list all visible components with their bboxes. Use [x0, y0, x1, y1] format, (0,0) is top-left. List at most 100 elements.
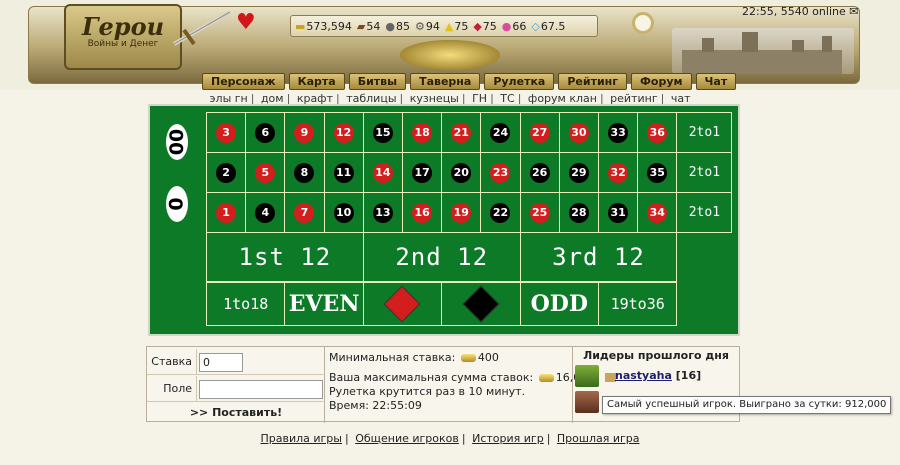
column-bet[interactable]: 2to1	[676, 192, 733, 233]
number-chip: 36	[647, 122, 668, 143]
stake-row: Ставка 0	[147, 349, 325, 375]
number-cell-24[interactable]: 24	[480, 112, 521, 153]
number-cell-1[interactable]: 1	[206, 192, 247, 233]
number-chip: 9	[294, 122, 315, 143]
number-chip: 3	[216, 122, 237, 143]
nav-chat[interactable]: Чат	[695, 73, 737, 90]
footer-link-history[interactable]: История игр	[472, 432, 544, 445]
outside-bet-even[interactable]: EVEN	[284, 282, 364, 326]
number-cell-21[interactable]: 21	[441, 112, 482, 153]
resource-mercury: ⚙ 94	[414, 19, 440, 33]
nav-tavern[interactable]: Таверна	[410, 73, 481, 90]
number-chip: 13	[372, 202, 393, 223]
outside-bet-1to18[interactable]: 1to18	[206, 282, 286, 326]
footer-link-chat[interactable]: Общение игроков	[355, 432, 459, 445]
column-bet[interactable]: 2to1	[676, 152, 733, 193]
leader-tooltip: Самый успешный игрок. Выиграно за сутки:…	[602, 396, 892, 414]
dozen-label: 2nd 12	[395, 243, 489, 271]
number-cell-13[interactable]: 13	[362, 192, 403, 233]
footer-link-last-game[interactable]: Прошлая игра	[557, 432, 640, 445]
spin-info: Рулетка крутится раз в 10 минут.	[329, 385, 526, 398]
leader-profile-link[interactable]: nastyaha	[615, 369, 672, 382]
number-cell-23[interactable]: 23	[480, 152, 521, 193]
number-cell-15[interactable]: 15	[362, 112, 403, 153]
number-cell-18[interactable]: 18	[402, 112, 443, 153]
number-cell-25[interactable]: 25	[519, 192, 560, 233]
number-cell-19[interactable]: 19	[441, 192, 482, 233]
leader-avatar[interactable]	[575, 391, 599, 413]
number-chip: 34	[647, 202, 668, 223]
nav-forum[interactable]: Форум	[631, 73, 692, 90]
health-heart-icon[interactable]: ♥	[236, 12, 256, 34]
number-chip: 6	[255, 122, 276, 143]
nav-character[interactable]: Персонаж	[202, 73, 285, 90]
number-cell-14[interactable]: 14	[362, 152, 403, 193]
nav-battles[interactable]: Битвы	[348, 73, 407, 90]
game-logo[interactable]: Герои Войны и Денег	[64, 4, 182, 70]
game-header: Герои Войны и Денег ♥ ▬ 573,594 ▰ 54 ● 8…	[0, 0, 900, 90]
place-bet-button[interactable]: >> Поставить!	[147, 403, 325, 422]
zero-00[interactable]: 00	[166, 124, 188, 160]
number-cell-26[interactable]: 26	[519, 152, 560, 193]
number-chip: 19	[451, 202, 472, 223]
resource-gold: ▬ 573,594	[295, 19, 352, 33]
gold-icon	[460, 354, 476, 362]
number-cell-5[interactable]: 5	[245, 152, 286, 193]
diamond-icon: ◇	[531, 19, 540, 33]
zero-0[interactable]: 0	[166, 186, 188, 222]
stake-input[interactable]: 0	[199, 353, 243, 372]
outside-bet-odd[interactable]: ODD	[519, 282, 599, 326]
nav-map[interactable]: Карта	[288, 73, 345, 90]
dozen-bet[interactable]: 2nd 12	[362, 232, 521, 282]
number-chip: 23	[490, 162, 511, 183]
number-cell-28[interactable]: 28	[558, 192, 599, 233]
number-cell-29[interactable]: 29	[558, 152, 599, 193]
number-cell-32[interactable]: 32	[598, 152, 639, 193]
column-bet-label: 2to1	[688, 205, 721, 220]
number-cell-31[interactable]: 31	[598, 192, 639, 233]
number-cell-10[interactable]: 10	[323, 192, 364, 233]
castle-image	[672, 28, 854, 74]
outside-bet-black[interactable]	[441, 282, 521, 326]
mail-icon[interactable]: ✉	[849, 5, 858, 18]
number-cell-7[interactable]: 7	[284, 192, 325, 233]
number-chip: 29	[568, 162, 589, 183]
number-cell-2[interactable]: 2	[206, 152, 247, 193]
resource-diamond: ◇ 67.5	[531, 19, 566, 33]
number-cell-6[interactable]: 6	[245, 112, 286, 153]
number-cell-11[interactable]: 11	[323, 152, 364, 193]
gold-icon	[538, 374, 554, 382]
leaders-title: Лидеры прошлого дня	[583, 349, 729, 362]
number-cell-9[interactable]: 9	[284, 112, 325, 153]
number-cell-30[interactable]: 30	[558, 112, 599, 153]
number-cell-4[interactable]: 4	[245, 192, 286, 233]
number-cell-27[interactable]: 27	[519, 112, 560, 153]
number-cell-22[interactable]: 22	[480, 192, 521, 233]
number-cell-16[interactable]: 16	[402, 192, 443, 233]
nav-rating[interactable]: Рейтинг	[558, 73, 628, 90]
number-cell-12[interactable]: 12	[323, 112, 364, 153]
number-chip: 25	[529, 202, 550, 223]
number-cell-36[interactable]: 36	[637, 112, 678, 153]
number-cell-33[interactable]: 33	[598, 112, 639, 153]
column-bet[interactable]: 2to1	[676, 112, 733, 153]
leader-avatar[interactable]	[575, 365, 599, 387]
nav-roulette[interactable]: Рулетка	[484, 73, 555, 90]
dozen-bet[interactable]: 1st 12	[206, 232, 364, 282]
number-cell-17[interactable]: 17	[402, 152, 443, 193]
number-cell-34[interactable]: 34	[637, 192, 678, 233]
outside-bet-red[interactable]	[362, 282, 443, 326]
number-cell-20[interactable]: 20	[441, 152, 482, 193]
number-chip: 5	[255, 162, 276, 183]
outside-bet-19to36[interactable]: 19to36	[598, 282, 678, 326]
field-input[interactable]	[199, 380, 323, 399]
number-chip: 26	[529, 162, 550, 183]
number-cell-8[interactable]: 8	[284, 152, 325, 193]
gem-icon: ●	[501, 19, 512, 33]
number-cell-3[interactable]: 3	[206, 112, 247, 153]
number-cell-35[interactable]: 35	[637, 152, 678, 193]
ring-icon[interactable]	[632, 12, 654, 34]
time-line: Время: 22:55:09	[329, 399, 422, 412]
dozen-bet[interactable]: 3rd 12	[519, 232, 678, 282]
footer-link-rules[interactable]: Правила игры	[260, 432, 342, 445]
